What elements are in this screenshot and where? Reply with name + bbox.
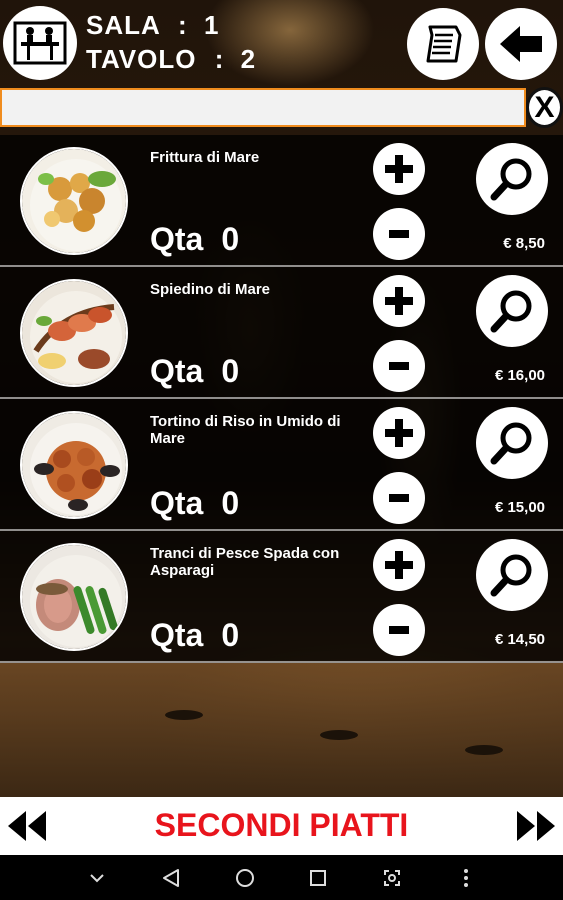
increase-quantity-button[interactable] bbox=[373, 539, 425, 591]
screenshot-icon bbox=[384, 869, 401, 886]
quantity-value: 0 bbox=[221, 221, 240, 257]
dish-price: € 14,50 bbox=[494, 631, 545, 648]
category-title: SECONDI PIATTI bbox=[154, 807, 409, 843]
decrease-quantity-button[interactable] bbox=[373, 340, 425, 392]
quantity-display: Qta 0 bbox=[150, 353, 239, 390]
zoom-dish-button[interactable] bbox=[476, 275, 548, 347]
magnifier-icon bbox=[490, 554, 532, 597]
quantity-display: Qta 0 bbox=[150, 617, 239, 654]
background-detail bbox=[320, 730, 358, 740]
quantity-value: 0 bbox=[221, 617, 240, 653]
dish-name: Tortino di Riso in Umido di Mare bbox=[150, 413, 341, 447]
order-summary-button[interactable] bbox=[407, 8, 479, 80]
nav-recents-button[interactable] bbox=[306, 866, 330, 890]
quantity-value: 0 bbox=[221, 485, 240, 521]
separator: : bbox=[178, 10, 188, 40]
circle-home-icon bbox=[235, 868, 254, 887]
dish-name: Tranci di Pesce Spada con Asparagi bbox=[150, 545, 340, 579]
quantity-label: Qta bbox=[150, 485, 204, 521]
zoom-dish-button[interactable] bbox=[476, 539, 548, 611]
room-info: SALA : 1 bbox=[86, 10, 219, 41]
dish-image-seafood-skewer bbox=[20, 279, 128, 387]
dish-image-swordfish-asparagus bbox=[20, 543, 128, 651]
background-detail bbox=[465, 745, 503, 755]
next-category-button[interactable] bbox=[515, 809, 557, 843]
nav-screenshot-button[interactable] bbox=[380, 866, 404, 890]
quantity-value: 0 bbox=[221, 353, 240, 389]
triangle-back-icon bbox=[162, 868, 179, 887]
list-item: Tortino di Riso in Umido di Mare Qta 0 € … bbox=[0, 399, 563, 531]
table-info: TAVOLO : 2 bbox=[86, 44, 256, 75]
zoom-dish-button[interactable] bbox=[476, 143, 548, 215]
minus-icon bbox=[389, 230, 409, 238]
category-bar: SECONDI PIATTI bbox=[0, 797, 563, 855]
plus-icon bbox=[385, 551, 413, 579]
decrease-quantity-button[interactable] bbox=[373, 604, 425, 656]
system-navigation-bar bbox=[0, 855, 563, 900]
background-detail bbox=[165, 710, 203, 720]
quantity-display: Qta 0 bbox=[150, 221, 239, 258]
quantity-label: Qta bbox=[150, 617, 204, 653]
quantity-label: Qta bbox=[150, 353, 204, 389]
minus-icon bbox=[389, 626, 409, 634]
sala-value: 1 bbox=[203, 10, 220, 40]
dish-list: Frittura di Mare Qta 0 € 8,50 Spiedino d… bbox=[0, 135, 563, 663]
double-chevron-right-icon bbox=[517, 811, 555, 841]
clear-icon: X bbox=[534, 90, 555, 124]
list-item: Tranci di Pesce Spada con Asparagi Qta 0 … bbox=[0, 531, 563, 663]
quantity-label: Qta bbox=[150, 221, 204, 257]
table-waiter-icon bbox=[13, 21, 67, 65]
magnifier-icon bbox=[490, 158, 532, 201]
back-button[interactable] bbox=[485, 8, 557, 80]
increase-quantity-button[interactable] bbox=[373, 143, 425, 195]
square-recents-icon bbox=[310, 869, 327, 886]
quantity-display: Qta 0 bbox=[150, 485, 239, 522]
chevron-down-icon bbox=[90, 873, 104, 882]
dish-price: € 15,00 bbox=[494, 499, 545, 516]
dish-price: € 16,00 bbox=[494, 367, 545, 384]
dish-image-rice-seafood bbox=[20, 411, 128, 519]
search-input[interactable] bbox=[0, 88, 526, 127]
minus-icon bbox=[389, 362, 409, 370]
dish-name: Spiedino di Mare bbox=[150, 281, 271, 298]
increase-quantity-button[interactable] bbox=[373, 407, 425, 459]
nav-back-button[interactable] bbox=[159, 866, 183, 890]
plus-icon bbox=[385, 287, 413, 315]
menu-list-icon bbox=[426, 25, 462, 63]
plus-icon bbox=[385, 419, 413, 447]
room-table-button[interactable] bbox=[3, 6, 77, 80]
dish-price: € 8,50 bbox=[503, 235, 545, 252]
more-vertical-icon bbox=[464, 868, 469, 887]
sala-label: SALA bbox=[86, 10, 160, 40]
dish-image-fried-seafood bbox=[20, 147, 128, 255]
minus-icon bbox=[389, 494, 409, 502]
separator: : bbox=[214, 44, 225, 74]
decrease-quantity-button[interactable] bbox=[373, 472, 425, 524]
back-arrow-icon bbox=[500, 26, 542, 62]
tavolo-value: 2 bbox=[240, 44, 257, 74]
list-item: Frittura di Mare Qta 0 € 8,50 bbox=[0, 135, 563, 267]
nav-hide-keyboard-button[interactable] bbox=[85, 866, 109, 890]
nav-more-button[interactable] bbox=[454, 866, 478, 890]
tavolo-label: TAVOLO bbox=[86, 44, 197, 74]
zoom-dish-button[interactable] bbox=[476, 407, 548, 479]
nav-home-button[interactable] bbox=[233, 866, 257, 890]
clear-search-button[interactable]: X bbox=[526, 87, 563, 128]
dish-name: Frittura di Mare bbox=[150, 149, 260, 166]
increase-quantity-button[interactable] bbox=[373, 275, 425, 327]
header: SALA : 1 TAVOLO : 2 bbox=[0, 0, 563, 86]
magnifier-icon bbox=[490, 422, 532, 465]
background-table bbox=[0, 660, 563, 797]
magnifier-icon bbox=[490, 290, 532, 333]
plus-icon bbox=[385, 155, 413, 183]
decrease-quantity-button[interactable] bbox=[373, 208, 425, 260]
list-item: Spiedino di Mare Qta 0 € 16,00 bbox=[0, 267, 563, 399]
